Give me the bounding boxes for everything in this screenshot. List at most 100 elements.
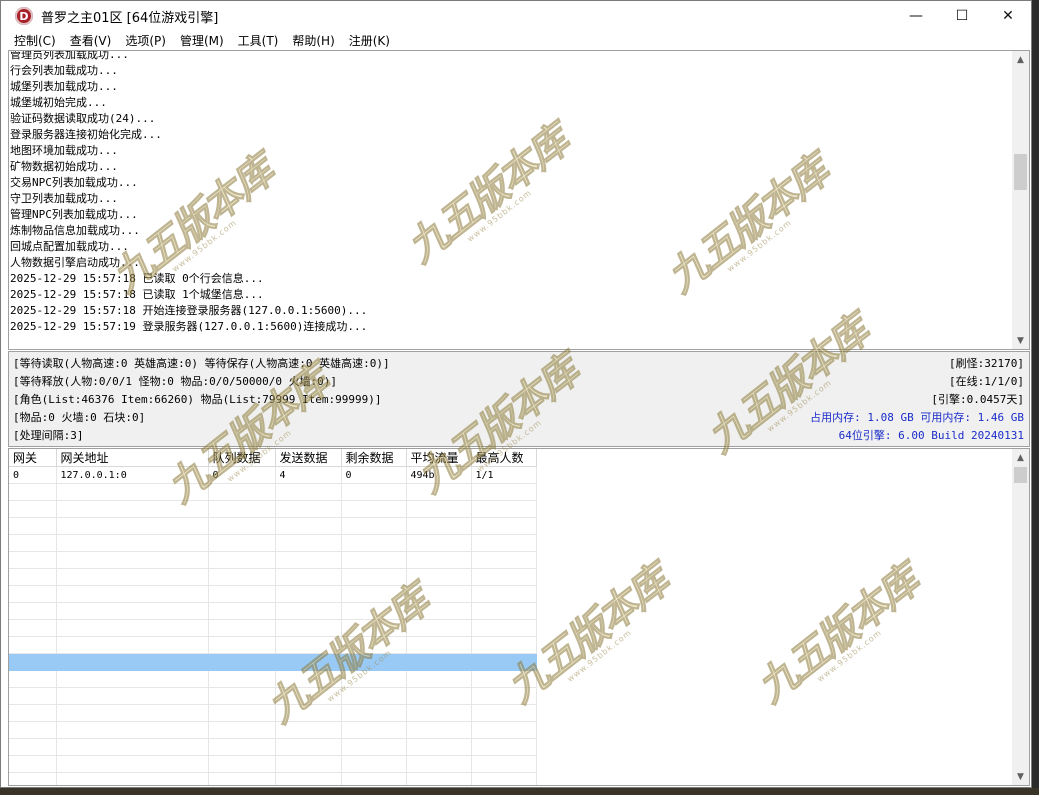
table-cell <box>275 721 342 739</box>
grid-scrollbar-thumb[interactable] <box>1014 467 1027 483</box>
title-bar[interactable]: D 普罗之主01区 [64位游戏引擎] — ☐ ✕ <box>1 1 1031 31</box>
status-wait-read: [等待读取(人物高速:0 英雄高速:0) 等待保存(人物高速:0 英雄高速:0)… <box>13 357 390 370</box>
status-objects: [物品:0 火墙:0 石块:0] <box>13 411 146 424</box>
table-cell <box>56 619 209 637</box>
table-cell <box>275 653 342 671</box>
close-button[interactable]: ✕ <box>985 1 1031 31</box>
status-online: [在线:1/1/0] <box>949 375 1024 388</box>
minimize-button[interactable]: — <box>893 1 939 31</box>
table-row[interactable] <box>9 534 537 552</box>
table-row[interactable] <box>9 602 537 620</box>
table-cell <box>471 738 537 756</box>
scroll-up-icon[interactable]: ▲ <box>1012 51 1029 68</box>
table-cell <box>208 738 276 756</box>
table-cell: 0 <box>9 466 57 484</box>
table-row[interactable] <box>9 517 537 535</box>
scroll-up-icon[interactable]: ▲ <box>1012 449 1029 466</box>
maximize-button[interactable]: ☐ <box>939 1 985 31</box>
table-cell <box>471 585 537 603</box>
status-engine-version: 64位引擎: 6.00 Build 20240131 <box>838 429 1024 442</box>
scroll-down-icon[interactable]: ▼ <box>1012 332 1029 349</box>
table-cell <box>9 738 57 756</box>
table-cell <box>471 517 537 535</box>
log-panel[interactable]: 管理员列表加载成功... 行会列表加载成功... 城堡列表加载成功... 城堡城初始完… <box>8 50 1030 350</box>
menu-view[interactable]: 查看(V) <box>63 31 119 51</box>
table-row[interactable] <box>9 619 537 637</box>
table-row[interactable]: 0 127.0.0.1:0 0 4 0 494b 1/1 <box>9 466 537 484</box>
table-row[interactable] <box>9 721 537 739</box>
table-row[interactable] <box>9 772 537 785</box>
app-logo-icon[interactable]: D <box>15 7 33 25</box>
scroll-down-icon[interactable]: ▼ <box>1012 768 1029 785</box>
table-row[interactable] <box>9 653 537 671</box>
table-cell: 0 <box>341 466 407 484</box>
column-header[interactable]: 网关地址 <box>56 449 209 467</box>
table-cell <box>56 755 209 773</box>
table-cell <box>208 500 276 518</box>
table-cell <box>471 687 537 705</box>
menu-tools[interactable]: 工具(T) <box>231 31 286 51</box>
table-row[interactable] <box>9 585 537 603</box>
table-row[interactable] <box>9 738 537 756</box>
table-row[interactable] <box>9 704 537 722</box>
status-engine-uptime: [引擎:0.0457天] <box>931 393 1024 406</box>
column-header[interactable]: 剩余数据 <box>341 449 407 467</box>
table-cell <box>208 636 276 654</box>
menu-control[interactable]: 控制(C) <box>7 31 63 51</box>
gateway-table[interactable]: 网关 网关地址 队列数据 发送数据 剩余数据 平均流量 最高人数 0 127.0.0.1:0 0… <box>9 449 537 785</box>
log-scrollbar[interactable]: ▲ ▼ <box>1012 51 1029 349</box>
table-cell <box>208 772 276 785</box>
menu-help[interactable]: 帮助(H) <box>285 31 341 51</box>
table-cell <box>275 636 342 654</box>
table-cell <box>341 602 407 620</box>
table-cell <box>275 704 342 722</box>
taskbar-edge <box>0 788 1039 795</box>
table-cell <box>406 619 472 637</box>
table-cell <box>56 517 209 535</box>
table-cell <box>275 738 342 756</box>
table-row[interactable] <box>9 755 537 773</box>
table-cell <box>406 551 472 569</box>
log-text: 管理员列表加载成功... 行会列表加载成功... 城堡列表加载成功... 城堡城初始完… <box>9 51 1012 335</box>
table-cell <box>471 483 537 501</box>
table-cell <box>56 500 209 518</box>
table-cell <box>208 687 276 705</box>
table-row[interactable] <box>9 500 537 518</box>
table-cell <box>208 517 276 535</box>
table-row[interactable] <box>9 551 537 569</box>
table-cell <box>471 568 537 586</box>
table-cell <box>56 551 209 569</box>
table-cell <box>9 619 57 637</box>
table-row[interactable] <box>9 636 537 654</box>
log-line: 守卫列表加载成功... <box>10 192 118 205</box>
column-header[interactable]: 最高人数 <box>471 449 537 467</box>
menu-manage[interactable]: 管理(M) <box>173 31 231 51</box>
column-header[interactable]: 队列数据 <box>208 449 276 467</box>
table-cell <box>406 500 472 518</box>
table-row[interactable] <box>9 687 537 705</box>
gateway-grid-panel[interactable]: 网关 网关地址 队列数据 发送数据 剩余数据 平均流量 最高人数 0 127.0.0.1:0 0… <box>8 448 1030 786</box>
menu-options[interactable]: 选项(P) <box>118 31 173 51</box>
log-scrollbar-thumb[interactable] <box>1014 154 1027 190</box>
table-cell <box>208 585 276 603</box>
log-line: 城堡城初始完成... <box>10 96 107 109</box>
table-cell <box>341 517 407 535</box>
table-cell <box>208 704 276 722</box>
table-cell <box>275 500 342 518</box>
column-header[interactable]: 发送数据 <box>275 449 342 467</box>
table-cell <box>9 755 57 773</box>
table-row[interactable] <box>9 670 537 688</box>
column-header[interactable]: 网关 <box>9 449 57 467</box>
table-cell <box>56 653 209 671</box>
table-cell <box>56 568 209 586</box>
grid-scrollbar[interactable]: ▲ ▼ <box>1012 449 1029 785</box>
status-memory: 占用内存: 1.08 GB 可用内存: 1.46 GB <box>810 411 1024 424</box>
menu-register[interactable]: 注册(K) <box>342 31 397 51</box>
table-cell <box>341 772 407 785</box>
table-row[interactable] <box>9 483 537 501</box>
column-header[interactable]: 平均流量 <box>406 449 472 467</box>
table-cell <box>208 568 276 586</box>
table-row[interactable] <box>9 568 537 586</box>
table-cell: 0 <box>208 466 276 484</box>
table-cell <box>9 500 57 518</box>
